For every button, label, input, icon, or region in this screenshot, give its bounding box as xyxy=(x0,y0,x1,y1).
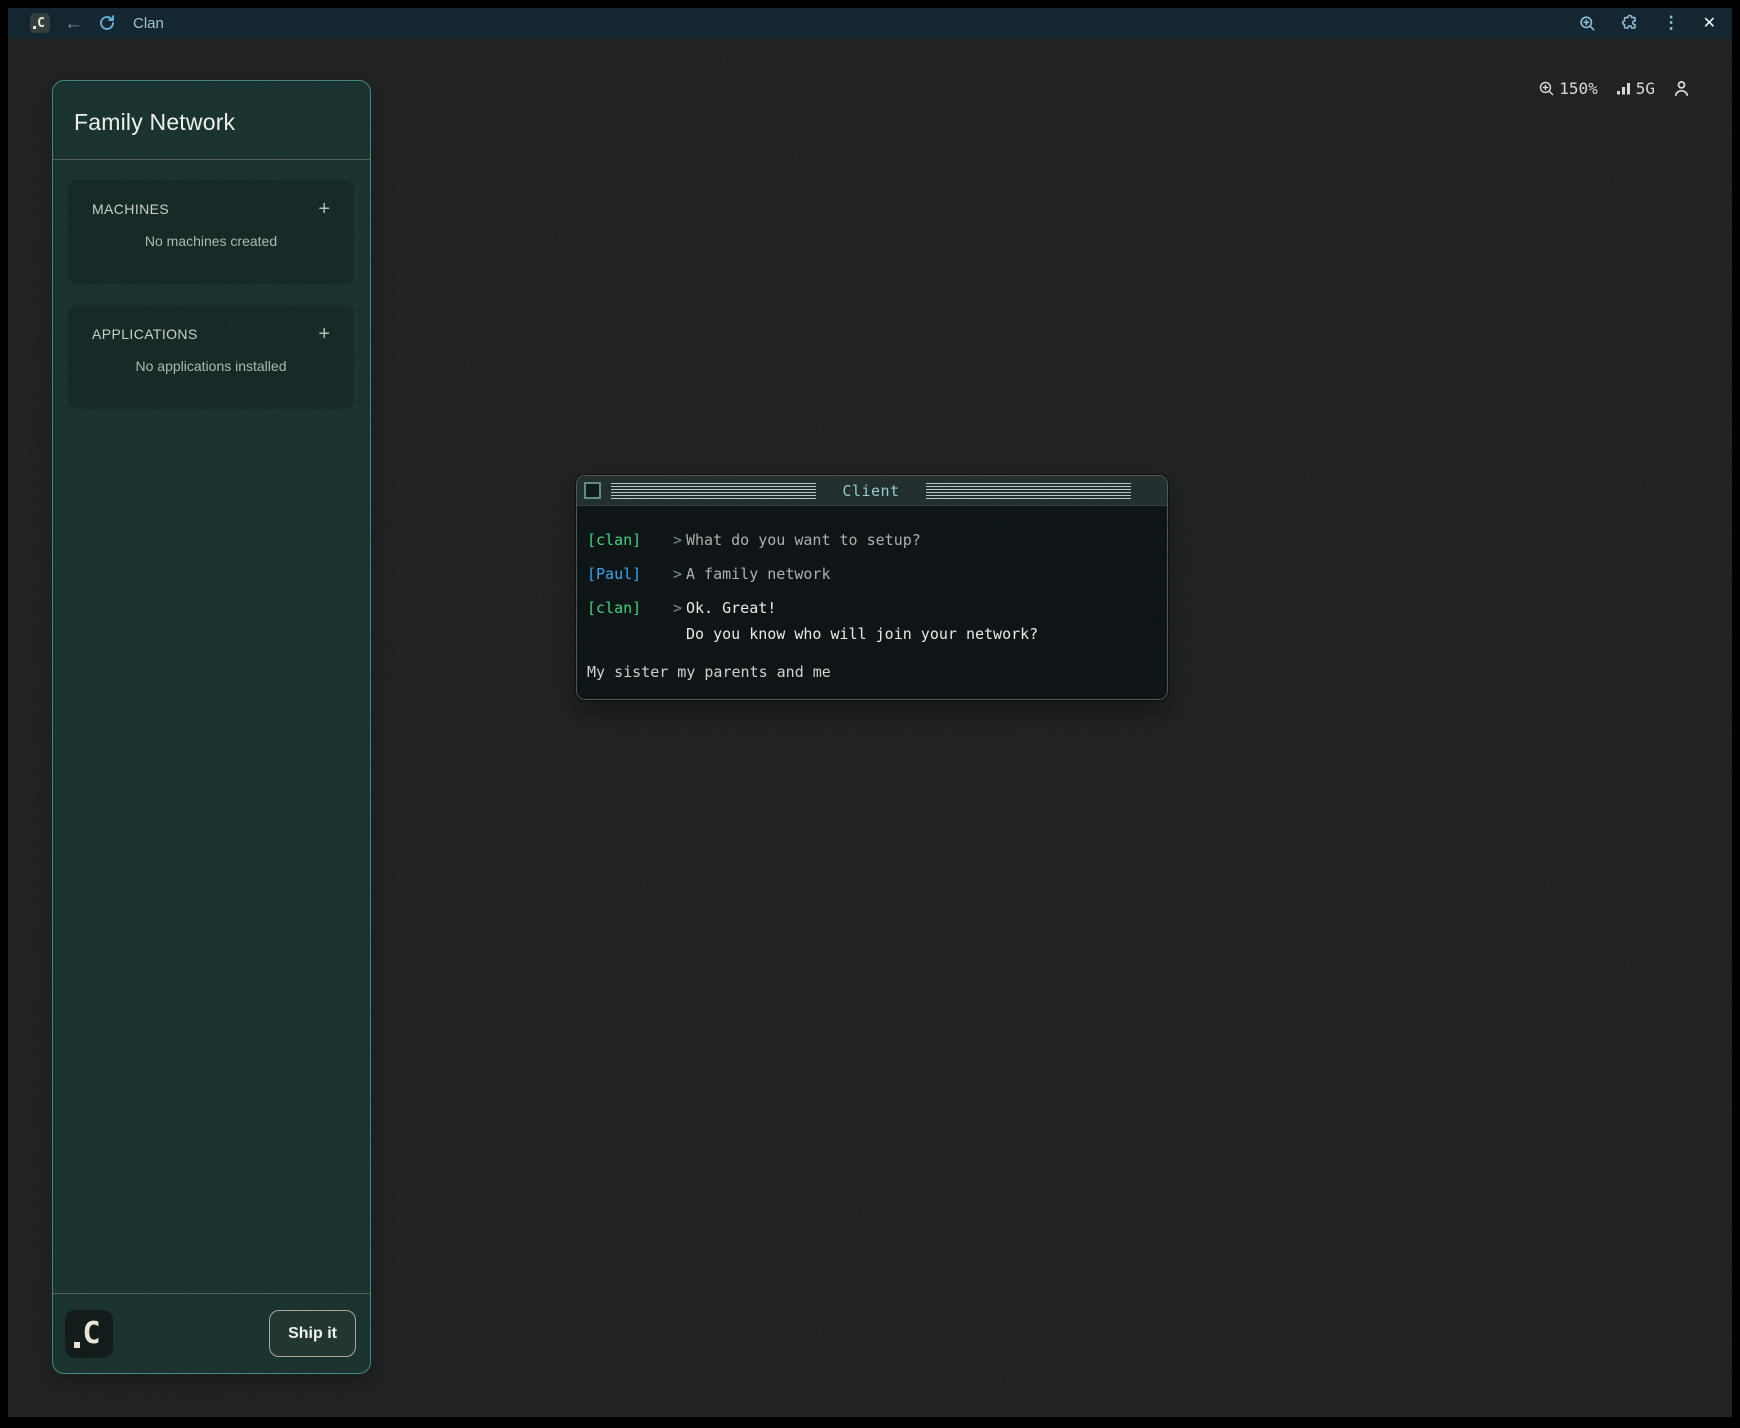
prompt-chevron: > xyxy=(673,595,686,621)
extensions-puzzle-icon[interactable] xyxy=(1620,13,1640,33)
window-closebox-icon[interactable] xyxy=(584,482,601,499)
refresh-icon[interactable] xyxy=(98,14,116,32)
titlebar-stripes-right xyxy=(926,483,1131,499)
chat-message: [Paul] > A family network xyxy=(587,561,1153,587)
window-close-icon[interactable]: ✕ xyxy=(1703,13,1716,33)
clan-favicon: C xyxy=(30,13,50,33)
chat-message: [clan] > Ok. Great! Do you know who will… xyxy=(587,595,1153,647)
applications-empty-text: No applications installed xyxy=(92,358,330,374)
clan-logo-icon: C xyxy=(37,17,45,30)
machines-empty-text: No machines created xyxy=(92,233,330,249)
clan-logo-dot xyxy=(74,1342,80,1348)
signal-bars-icon xyxy=(1616,80,1632,96)
panel-header: Family Network xyxy=(53,81,370,159)
chat-log: [clan] > What do you want to setup? [Pau… xyxy=(577,506,1167,685)
terminal-input-line[interactable]: My sister my parents and me xyxy=(587,659,1153,685)
browser-menu-icon[interactable]: ⋮ xyxy=(1663,13,1680,33)
panel-title: Family Network xyxy=(74,109,348,136)
status-indicators: 150% 5G xyxy=(1538,76,1690,100)
zoom-magnifier-icon xyxy=(1538,80,1555,97)
clan-logo-dot xyxy=(33,26,36,29)
client-terminal-window: Client [clan] > What do you want to setu… xyxy=(576,475,1168,700)
client-window-title: Client xyxy=(842,482,899,500)
applications-section-label: APPLICATIONS xyxy=(92,326,198,342)
browser-chrome-bar: C ← Clan ⋮ ✕ xyxy=(8,8,1732,38)
prompt-chevron: > xyxy=(673,561,686,587)
message-text: Do you know who will join your network? xyxy=(686,621,1153,647)
network-indicator: 5G xyxy=(1616,79,1655,98)
clan-logo: C xyxy=(65,1310,113,1358)
page-title: Clan xyxy=(133,15,164,32)
machines-section: MACHINES + No machines created xyxy=(68,180,354,284)
ship-it-button[interactable]: Ship it xyxy=(269,1310,356,1357)
page-viewport: 150% 5G Family Network MACHINES xyxy=(8,38,1732,1417)
zoom-level-indicator: 150% xyxy=(1538,79,1598,98)
add-application-button[interactable]: + xyxy=(318,327,330,341)
applications-section: APPLICATIONS + No applications installed xyxy=(68,305,354,409)
panel-footer: C Ship it xyxy=(53,1294,370,1373)
speaker-label: [clan] xyxy=(587,595,673,621)
prompt-chevron: > xyxy=(673,527,686,553)
page-zoom-icon[interactable] xyxy=(1578,14,1597,33)
titlebar-stripes-left xyxy=(611,483,816,499)
speaker-label: [Paul] xyxy=(587,561,673,587)
back-arrow-icon[interactable]: ← xyxy=(64,14,83,33)
machines-section-label: MACHINES xyxy=(92,201,169,217)
client-titlebar[interactable]: Client xyxy=(577,476,1167,506)
message-text: What do you want to setup? xyxy=(686,527,921,553)
network-type-value: 5G xyxy=(1636,79,1655,98)
message-text: Ok. Great! xyxy=(686,595,776,621)
chat-message: [clan] > What do you want to setup? xyxy=(587,527,1153,553)
add-machine-button[interactable]: + xyxy=(318,202,330,216)
family-network-panel: Family Network MACHINES + No machines cr… xyxy=(52,80,371,1374)
message-text: A family network xyxy=(686,561,831,587)
user-account-icon[interactable] xyxy=(1673,80,1690,97)
speaker-label: [clan] xyxy=(587,527,673,553)
zoom-level-value: 150% xyxy=(1559,79,1598,98)
clan-logo-icon: C xyxy=(82,1319,100,1349)
